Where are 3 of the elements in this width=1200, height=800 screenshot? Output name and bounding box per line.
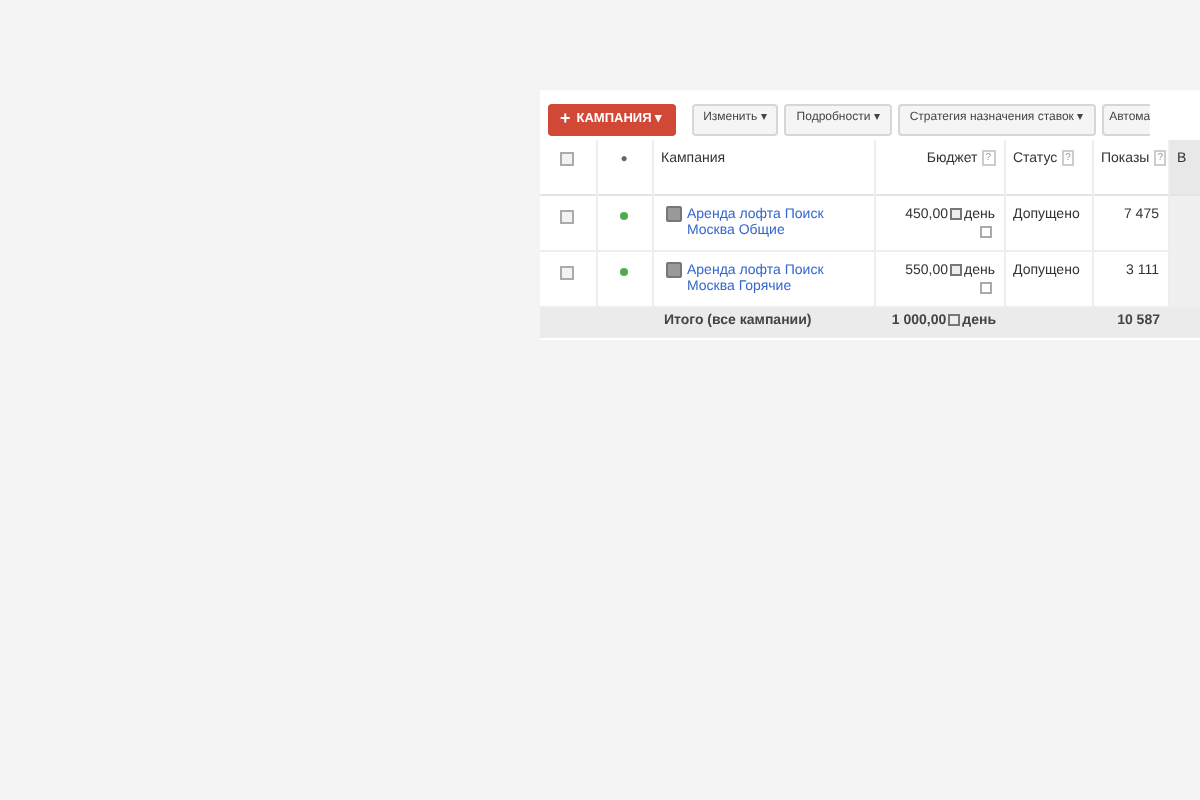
checkbox[interactable] bbox=[560, 152, 575, 166]
checkbox[interactable] bbox=[560, 209, 575, 223]
checkbox[interactable] bbox=[560, 265, 575, 279]
